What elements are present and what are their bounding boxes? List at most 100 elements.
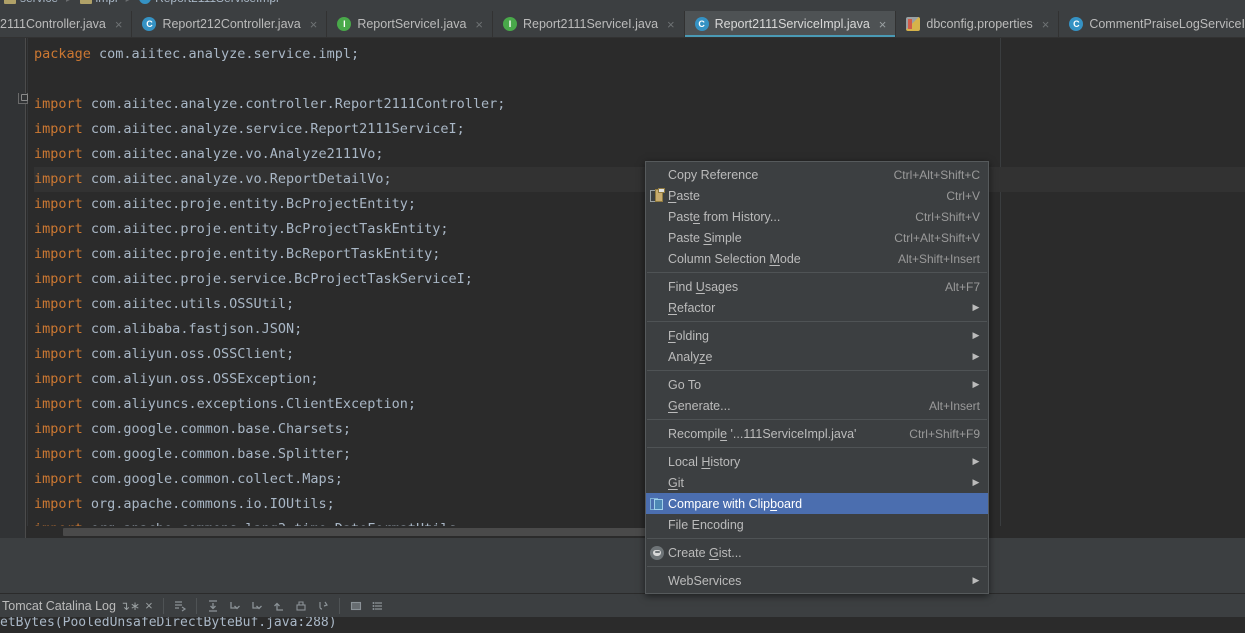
tab-ReportServiceI[interactable]: I ReportServiceI.java × bbox=[327, 11, 493, 37]
menu-item-local-history[interactable]: Local History ▶ bbox=[646, 451, 988, 472]
code-line: import com.aliyun.oss.OSSException; bbox=[34, 367, 1245, 392]
code-line: import com.aliyun.oss.OSSClient; bbox=[34, 342, 1245, 367]
pin-icon[interactable]: ↴∗ bbox=[118, 599, 142, 613]
code-editor[interactable]: package com.aiitec.analyze.service.impl;… bbox=[0, 38, 1245, 538]
menu-item-label: Generate... bbox=[668, 398, 731, 413]
close-icon[interactable]: × bbox=[144, 598, 157, 613]
code-line: import com.aiitec.analyze.controller.Rep… bbox=[34, 92, 1245, 117]
tab-close-icon[interactable]: × bbox=[310, 18, 318, 31]
tab-close-icon[interactable]: × bbox=[667, 18, 675, 31]
menu-item-icon-empty bbox=[646, 209, 668, 225]
menu-item-go-to[interactable]: Go To ▶ bbox=[646, 374, 988, 395]
menu-item-webservices[interactable]: WebServices ▶ bbox=[646, 570, 988, 591]
submenu-arrow-icon: ▶ bbox=[972, 351, 980, 361]
editor-hscrollbar-thumb[interactable] bbox=[63, 528, 655, 536]
tab-close-icon[interactable]: × bbox=[115, 18, 123, 31]
tab-Report212Controller[interactable]: C Report212Controller.java × bbox=[132, 11, 328, 37]
editor-gutter[interactable] bbox=[0, 38, 26, 538]
tab-CommentPraiseLogServiceI[interactable]: C CommentPraiseLogServiceI bbox=[1059, 11, 1245, 37]
menu-separator bbox=[647, 370, 987, 371]
tab-dbconfig-properties[interactable]: dbconfig.properties × bbox=[896, 11, 1060, 37]
menu-item-copy-reference[interactable]: Copy Reference Ctrl+Alt+Shift+C bbox=[646, 164, 988, 185]
tab-label: ReportServiceI.java bbox=[357, 17, 467, 31]
code-keyword: import bbox=[34, 346, 83, 362]
scroll-to-end-icon[interactable] bbox=[203, 596, 223, 616]
menu-item-paste[interactable]: Paste Ctrl+V bbox=[646, 185, 988, 206]
soft-wrap-icon[interactable] bbox=[170, 596, 190, 616]
menu-item-create-gist[interactable]: Create Gist... bbox=[646, 542, 988, 563]
code-text-span: com.alibaba.fastjson.JSON; bbox=[82, 321, 303, 337]
code-text-span: com.aiitec.proje.entity.BcProjectTaskEnt… bbox=[82, 221, 449, 237]
code-folding-icon[interactable] bbox=[18, 93, 28, 104]
code-keyword: import bbox=[34, 421, 83, 437]
menu-item-find-usages[interactable]: Find Usages Alt+F7 bbox=[646, 276, 988, 297]
menu-item-label: Paste from History... bbox=[668, 209, 781, 224]
breadcrumb-label: impl bbox=[96, 0, 118, 5]
menu-item-label: Local History bbox=[668, 454, 741, 469]
clear-all-icon[interactable] bbox=[313, 596, 333, 616]
previous-occurrence-icon[interactable] bbox=[247, 596, 267, 616]
console-view-icon[interactable] bbox=[346, 596, 366, 616]
scroll-to-top-icon[interactable] bbox=[269, 596, 289, 616]
code-keyword: import bbox=[34, 296, 83, 312]
tab-close-icon[interactable]: × bbox=[879, 18, 887, 31]
menu-item-label: Paste bbox=[668, 188, 700, 203]
menu-item-shortcut: Ctrl+Shift+F9 bbox=[909, 426, 980, 441]
next-occurrence-icon[interactable] bbox=[225, 596, 245, 616]
menu-item-label: Git bbox=[668, 475, 684, 490]
menu-item-compare-with-clipboard[interactable]: Compare with Clipboard bbox=[646, 493, 988, 514]
tab-Report2111ServiceI[interactable]: I Report2111ServiceI.java × bbox=[493, 11, 685, 37]
paste-icon bbox=[646, 187, 668, 204]
tomcat-catalina-log-header: Tomcat Catalina Log ↴∗ × bbox=[0, 593, 1245, 617]
breadcrumb-item-class[interactable]: C Report2111ServiceImpl bbox=[135, 0, 283, 5]
menu-item-git[interactable]: Git ▶ bbox=[646, 472, 988, 493]
code-line: import com.aiitec.proje.entity.BcProject… bbox=[34, 192, 1245, 217]
code-keyword: import bbox=[34, 196, 83, 212]
settings-list-icon[interactable] bbox=[368, 596, 388, 616]
toolbar-divider bbox=[162, 597, 164, 614]
code-text-span: com.aiitec.analyze.controller.Report2111… bbox=[82, 96, 506, 112]
gist-icon bbox=[646, 545, 668, 561]
menu-item-label: Column Selection Mode bbox=[668, 251, 801, 266]
code-text-span: org.apache.commons.io.IOUtils; bbox=[82, 496, 335, 512]
tab-2111Controller[interactable]: 2111Controller.java × bbox=[0, 11, 133, 37]
menu-item-icon-empty bbox=[646, 398, 668, 414]
java-class-icon: C bbox=[694, 17, 709, 31]
menu-item-label: Analyze bbox=[668, 349, 713, 364]
breadcrumb-separator: ▸ bbox=[126, 0, 132, 5]
breadcrumb-item-impl[interactable]: impl bbox=[76, 0, 122, 5]
java-class-icon: C bbox=[139, 0, 152, 4]
menu-item-generate[interactable]: Generate... Alt+Insert bbox=[646, 395, 988, 416]
code-text-span: com.aiitec.proje.service.BcProjectTaskSe… bbox=[82, 271, 473, 287]
menu-item-analyze[interactable]: Analyze ▶ bbox=[646, 346, 988, 367]
menu-item-shortcut: Alt+F7 bbox=[944, 279, 980, 294]
menu-item-shortcut: Ctrl+Alt+Shift+V bbox=[894, 230, 980, 245]
editor-context-menu[interactable]: Copy Reference Ctrl+Alt+Shift+C Paste Ctrl+… bbox=[645, 161, 989, 594]
code-line: import com.google.common.collect.Maps; bbox=[34, 467, 1245, 492]
gutter-divider bbox=[27, 38, 28, 538]
menu-item-column-selection-mode[interactable]: Column Selection Mode Alt+Shift+Insert bbox=[646, 248, 988, 269]
submenu-arrow-icon: ▶ bbox=[972, 379, 980, 389]
menu-item-paste-simple[interactable]: Paste Simple Ctrl+Alt+Shift+V bbox=[646, 227, 988, 248]
code-keyword: import bbox=[34, 121, 83, 137]
menu-item-paste-from-history[interactable]: Paste from History... Ctrl+Shift+V bbox=[646, 206, 988, 227]
menu-item-file-encoding[interactable]: File Encoding bbox=[646, 514, 988, 535]
menu-item-folding[interactable]: Folding ▶ bbox=[646, 325, 988, 346]
menu-item-shortcut: Ctrl+Alt+Shift+C bbox=[893, 167, 980, 182]
code-line: import com.aiitec.proje.entity.BcProject… bbox=[34, 217, 1245, 242]
menu-item-label: Paste Simple bbox=[668, 230, 742, 245]
menu-item-shortcut: Alt+Shift+Insert bbox=[897, 251, 980, 266]
menu-item-refactor[interactable]: Refactor ▶ bbox=[646, 297, 988, 318]
menu-item-label: WebServices bbox=[668, 573, 742, 588]
console-output[interactable]: etBytes(PooledUnsafeDirectByteBuf.java:2… bbox=[0, 617, 1245, 633]
code-line: import com.aiitec.proje.entity.BcReportT… bbox=[34, 242, 1245, 267]
editor-hscrollbar[interactable] bbox=[27, 526, 1245, 538]
code-text-span: com.google.common.collect.Maps; bbox=[82, 471, 343, 487]
menu-item-recompile-111serviceimpl-java[interactable]: Recompile '...111ServiceImpl.java' Ctrl+S… bbox=[646, 423, 988, 444]
tab-Report2111ServiceImpl[interactable]: C Report2111ServiceImpl.java × bbox=[684, 11, 897, 37]
tab-close-icon[interactable]: × bbox=[1042, 18, 1050, 31]
breadcrumb-item-service[interactable]: service bbox=[0, 0, 62, 5]
tab-close-icon[interactable]: × bbox=[475, 18, 483, 31]
print-icon[interactable] bbox=[291, 596, 311, 616]
